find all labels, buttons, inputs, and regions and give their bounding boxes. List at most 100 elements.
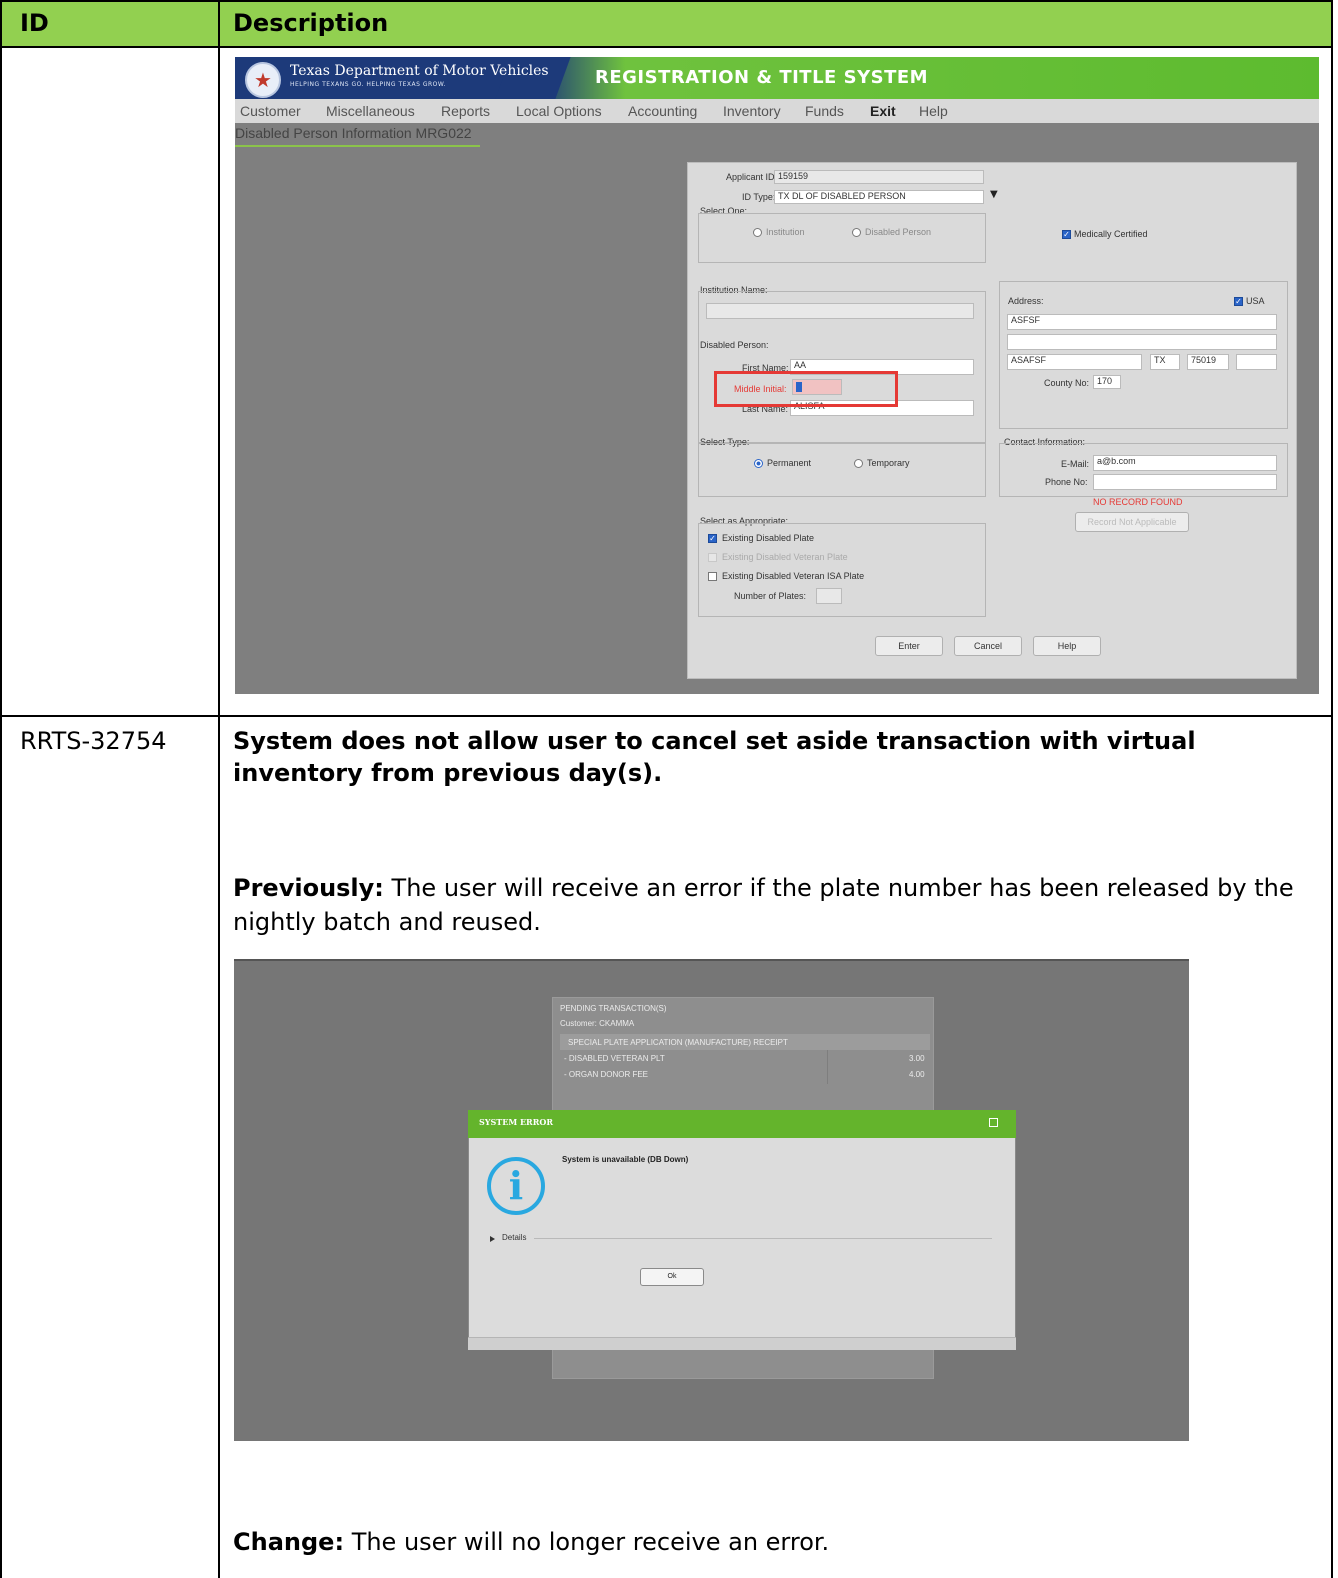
org-name: Texas Department of Motor Vehicles — [290, 63, 549, 79]
maximize-icon[interactable] — [989, 1118, 998, 1127]
email-field[interactable]: a@b.com — [1093, 455, 1277, 471]
menu-inventory[interactable]: Inventory — [723, 103, 781, 119]
ok-button[interactable]: Ok — [640, 1268, 704, 1286]
id-type-label: ID Type: — [742, 192, 776, 202]
applicant-id-label: Applicant ID: — [726, 172, 778, 182]
customer-line: Customer: CKAMMA — [560, 1019, 635, 1028]
menu-funds[interactable]: Funds — [805, 103, 844, 119]
county-label: County No: — [1044, 378, 1090, 388]
item-amount: 3.00 — [909, 1054, 925, 1063]
table-border-col — [218, 0, 220, 1578]
org-tagline: HELPING TEXANS GO. HELPING TEXAS GROW. — [290, 81, 447, 88]
item-label: - ORGAN DONOR FEE — [564, 1070, 649, 1079]
menu-accounting[interactable]: Accounting — [628, 103, 697, 119]
temporary-radio[interactable] — [854, 459, 863, 468]
chevron-down-icon[interactable]: ▼ — [990, 189, 998, 200]
change-paragraph: Change: The user will no longer receive … — [233, 1528, 829, 1556]
table-header-row — [0, 0, 1333, 47]
column-divider — [827, 1050, 828, 1084]
menu-local-options[interactable]: Local Options — [516, 103, 602, 119]
phone-field[interactable] — [1093, 474, 1277, 490]
cancel-button[interactable]: Cancel — [954, 636, 1022, 656]
change-label: Change: — [233, 1528, 345, 1556]
permanent-label: Permanent — [767, 458, 812, 468]
medically-certified-checkbox[interactable]: ✓ — [1062, 230, 1071, 239]
column-header-id: ID — [20, 9, 49, 37]
system-title: REGISTRATION & TITLE SYSTEM — [595, 67, 929, 88]
highlight-box — [714, 371, 898, 407]
id-type-select[interactable]: TX DL OF DISABLED PERSON — [774, 190, 984, 204]
disabled-person-form: Applicant ID: 159159 ID Type: TX DL OF D… — [687, 162, 1297, 679]
help-button[interactable]: Help — [1033, 636, 1101, 656]
existing-disabled-plate-checkbox[interactable]: ✓ — [708, 534, 717, 543]
no-record-status: NO RECORD FOUND — [1093, 497, 1183, 507]
menu-customer[interactable]: Customer — [240, 103, 301, 119]
number-of-plates-label: Number of Plates: — [734, 591, 807, 601]
txdmv-star-logo-icon: ★ — [245, 62, 281, 98]
state-field[interactable]: TX — [1150, 354, 1180, 370]
rts-screenshot-system-error: PENDING TRANSACTION(S) Customer: CKAMMA … — [234, 959, 1189, 1441]
column-header-description: Description — [233, 9, 389, 37]
disabled-person-radio-label: Disabled Person — [865, 227, 932, 237]
temporary-label: Temporary — [867, 458, 910, 468]
row-title: System does not allow user to cancel set… — [233, 727, 1196, 787]
county-field[interactable]: 170 — [1093, 375, 1121, 389]
rts-screenshot-disabled-person: ★ Texas Department of Motor Vehicles HEL… — [235, 57, 1319, 694]
existing-dv-plate-checkbox[interactable] — [708, 553, 717, 562]
permanent-radio[interactable] — [754, 459, 763, 468]
previously-paragraph: Previously: The user will receive an err… — [233, 871, 1328, 939]
details-divider — [534, 1238, 992, 1239]
select-one-group — [698, 213, 986, 263]
address-line2-field[interactable] — [1007, 334, 1277, 350]
page-title-underline — [235, 145, 480, 147]
zip-field[interactable]: 75019 — [1187, 354, 1229, 370]
select-type-group — [698, 443, 986, 497]
phone-label: Phone No: — [1045, 477, 1088, 487]
item-amount: 4.00 — [909, 1070, 925, 1079]
dialog-title: SYSTEM ERROR — [479, 1117, 553, 1127]
enter-button[interactable]: Enter — [875, 636, 943, 656]
city-field[interactable]: ASAFSF — [1007, 354, 1142, 370]
previously-text: The user will receive an error if the pl… — [233, 874, 1294, 936]
table-border-left — [0, 0, 2, 1578]
disabled-person-radio[interactable] — [852, 228, 861, 237]
usa-label: USA — [1246, 296, 1265, 306]
dialog-message: System is unavailable (DB Down) — [562, 1155, 689, 1164]
existing-dv-plate-label: Existing Disabled Veteran Plate — [722, 552, 848, 562]
record-not-applicable-button[interactable]: Record Not Applicable — [1075, 512, 1189, 532]
dialog-status-strip — [468, 1337, 1016, 1350]
previously-label: Previously: — [233, 874, 384, 902]
table-border-row1 — [0, 715, 1333, 717]
table-border-header — [0, 46, 1333, 48]
item-label: - DISABLED VETERAN PLT — [564, 1054, 665, 1063]
zip-ext-field[interactable] — [1236, 354, 1277, 370]
existing-dv-isa-plate-checkbox[interactable] — [708, 572, 717, 581]
pending-title: PENDING TRANSACTION(S) — [560, 1004, 667, 1013]
details-expand-icon[interactable] — [490, 1236, 495, 1242]
disabled-person-label: Disabled Person: — [700, 340, 769, 350]
existing-disabled-plate-label: Existing Disabled Plate — [722, 533, 815, 543]
menu-miscellaneous[interactable]: Miscellaneous — [326, 103, 415, 119]
change-text: The user will no longer receive an error… — [351, 1528, 830, 1556]
usa-checkbox[interactable]: ✓ — [1234, 297, 1243, 306]
info-icon: i — [487, 1157, 545, 1215]
menu-exit[interactable]: Exit — [870, 103, 896, 119]
medically-certified-label: Medically Certified — [1074, 229, 1148, 239]
institution-radio-label: Institution — [766, 227, 805, 237]
table-border-right — [1331, 0, 1333, 1578]
menu-help[interactable]: Help — [919, 103, 948, 119]
row-id: RRTS-32754 — [20, 727, 167, 755]
institution-radio[interactable] — [753, 228, 762, 237]
receipt-header: SPECIAL PLATE APPLICATION (MANUFACTURE) … — [568, 1038, 788, 1047]
address-line1-field[interactable]: ASFSF — [1007, 314, 1277, 330]
system-error-dialog — [468, 1110, 1016, 1348]
details-toggle[interactable]: Details — [502, 1233, 526, 1242]
existing-dv-isa-plate-label: Existing Disabled Veteran ISA Plate — [722, 571, 865, 581]
table-border-top — [0, 0, 1333, 2]
menu-reports[interactable]: Reports — [441, 103, 490, 119]
address-label: Address: — [1008, 296, 1044, 306]
number-of-plates-field[interactable] — [816, 588, 842, 604]
institution-name-field[interactable] — [706, 303, 974, 319]
applicant-id-field[interactable]: 159159 — [774, 170, 984, 184]
email-label: E-Mail: — [1061, 459, 1090, 469]
